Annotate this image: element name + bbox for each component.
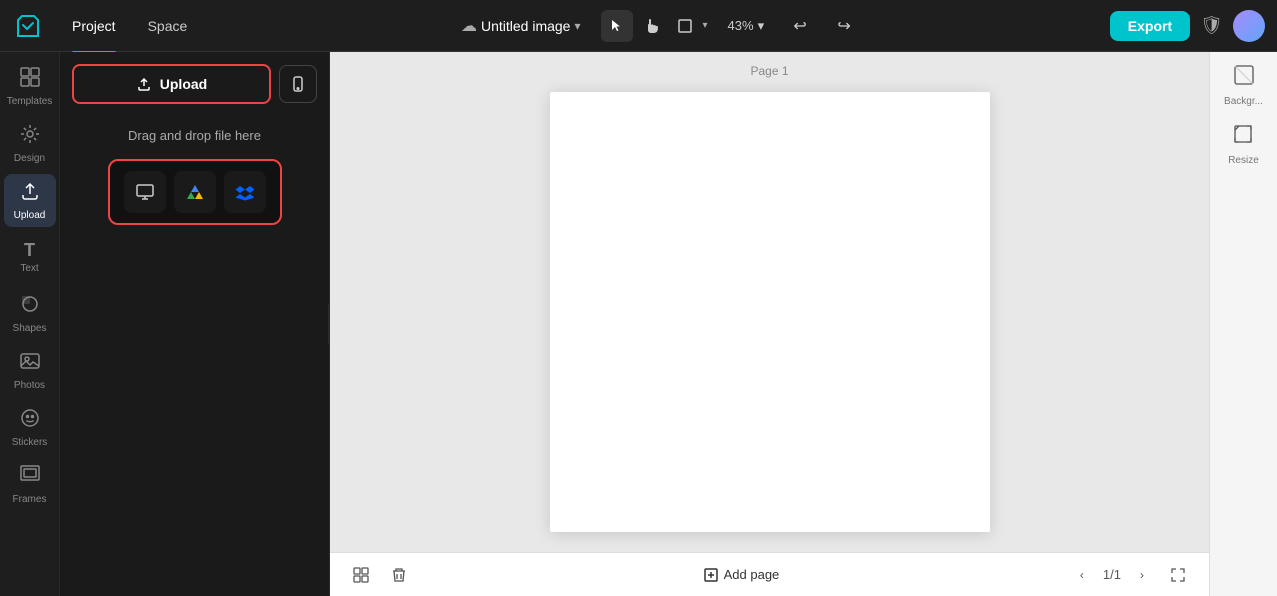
project-nav: Project Space: [56, 12, 203, 40]
google-drive-icon: [185, 182, 205, 202]
bottom-bar: Add page ‹ 1/1 ›: [330, 552, 1209, 596]
add-page-icon: [704, 568, 718, 582]
canvas-area: Page 1: [330, 52, 1209, 596]
background-label: Backgr...: [1224, 96, 1263, 107]
source-buttons-group: [108, 159, 282, 225]
design-label: Design: [14, 153, 45, 164]
header-right: Export 🛡: [1110, 10, 1265, 42]
add-page-button[interactable]: Add page: [694, 563, 790, 586]
frames-label: Frames: [13, 494, 47, 505]
shapes-icon: [19, 293, 41, 319]
upload-icon: [19, 180, 41, 206]
frames-icon: [19, 464, 41, 490]
resize-label: Resize: [1228, 155, 1259, 166]
resize-panel-item[interactable]: Resize: [1228, 123, 1259, 166]
stickers-label: Stickers: [12, 437, 48, 448]
chevron-down-icon: ▾: [574, 19, 580, 33]
sidebar-icons: Templates Design Upload T Text: [0, 52, 60, 596]
avatar[interactable]: [1233, 10, 1265, 42]
page-settings-button[interactable]: [346, 560, 376, 590]
panel-content: Drag and drop file here: [60, 116, 329, 596]
trash-button[interactable]: [384, 560, 414, 590]
header-left: Project Space: [12, 10, 203, 42]
select-tool-button[interactable]: [601, 10, 633, 42]
zoom-chevron-icon: ▾: [758, 18, 765, 34]
sidebar-item-frames[interactable]: Frames: [4, 458, 56, 511]
background-icon: [1233, 64, 1255, 92]
phone-button[interactable]: [279, 65, 317, 103]
next-page-button[interactable]: ›: [1129, 562, 1155, 588]
right-panel: Backgr... Resize: [1209, 52, 1277, 596]
phone-icon: [290, 76, 306, 92]
doc-title: Untitled image: [481, 18, 571, 34]
resize-icon: [1232, 123, 1254, 151]
templates-label: Templates: [7, 96, 53, 107]
sidebar-item-shapes[interactable]: Shapes: [4, 287, 56, 340]
toolbar: ▾: [601, 10, 708, 42]
undo-button[interactable]: ↩: [784, 10, 816, 42]
frame-tool-button[interactable]: [669, 10, 701, 42]
sidebar-item-design[interactable]: Design: [4, 117, 56, 170]
page-indicator: 1/1: [1103, 567, 1121, 582]
upload-panel: Upload Drag and drop file here: [60, 52, 330, 596]
bottom-right: ‹ 1/1 ›: [1069, 560, 1193, 590]
templates-icon: [19, 66, 41, 92]
text-label: Text: [20, 263, 38, 274]
shield-icon[interactable]: 🛡: [1200, 15, 1223, 36]
bottom-left: [346, 560, 414, 590]
main-body: Templates Design Upload T Text: [0, 52, 1277, 596]
sidebar-item-upload[interactable]: Upload: [4, 174, 56, 227]
hand-tool-button[interactable]: [635, 10, 667, 42]
tab-project[interactable]: Project: [56, 12, 132, 40]
computer-source-button[interactable]: [124, 171, 166, 213]
sidebar-item-templates[interactable]: Templates: [4, 60, 56, 113]
sidebar-item-text[interactable]: T Text: [4, 231, 56, 283]
upload-btn-icon: [136, 76, 152, 92]
prev-page-button[interactable]: ‹: [1069, 562, 1095, 588]
sidebar-item-stickers[interactable]: Stickers: [4, 401, 56, 454]
design-icon: [19, 123, 41, 149]
header: Project Space ☁ Untitled image ▾: [0, 0, 1277, 52]
monitor-icon: [135, 182, 155, 202]
photos-icon: [19, 350, 41, 376]
tab-space[interactable]: Space: [132, 12, 204, 40]
background-panel-item[interactable]: Backgr...: [1224, 64, 1263, 107]
redo-button[interactable]: ↪: [828, 10, 860, 42]
bottom-center: Add page: [694, 563, 790, 586]
fullscreen-icon: [1170, 567, 1186, 583]
stickers-icon: [19, 407, 41, 433]
page-label: Page 1: [750, 64, 788, 78]
upload-main-label: Upload: [160, 76, 207, 92]
upload-label: Upload: [14, 210, 46, 221]
text-icon: T: [24, 241, 35, 259]
grid-icon: [353, 567, 369, 583]
upload-main-button[interactable]: Upload: [72, 64, 271, 104]
add-page-label: Add page: [724, 567, 780, 582]
doc-title-area[interactable]: ☁ Untitled image ▾: [453, 12, 589, 40]
canvas-page: [550, 92, 990, 532]
canvas-scroll: Page 1: [330, 52, 1209, 552]
logo-icon[interactable]: [12, 10, 44, 42]
panel-top: Upload: [60, 52, 329, 116]
cloud-icon: ☁: [461, 16, 477, 36]
photos-label: Photos: [14, 380, 45, 391]
export-button[interactable]: Export: [1110, 11, 1190, 41]
shapes-label: Shapes: [13, 323, 47, 334]
drag-drop-label: Drag and drop file here: [128, 128, 261, 143]
zoom-level: 43%: [728, 18, 754, 33]
panel-wrapper: Upload Drag and drop file here: [60, 52, 330, 596]
dropbox-icon: [235, 182, 255, 202]
trash-icon: [391, 567, 407, 583]
dropbox-source-button[interactable]: [224, 171, 266, 213]
zoom-button[interactable]: 43% ▾: [720, 14, 773, 38]
frame-tool-chevron[interactable]: ▾: [703, 20, 708, 31]
fullscreen-button[interactable]: [1163, 560, 1193, 590]
google-drive-source-button[interactable]: [174, 171, 216, 213]
sidebar-item-photos[interactable]: Photos: [4, 344, 56, 397]
